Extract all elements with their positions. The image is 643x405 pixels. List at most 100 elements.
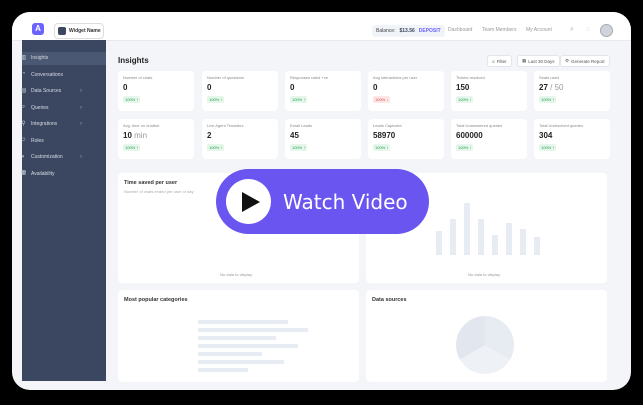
sidebar-item-customization[interactable]: ◐ Customization › — [20, 151, 82, 163]
chevron-right-icon: › — [80, 88, 82, 94]
bar — [464, 203, 470, 255]
category-bar — [198, 344, 298, 348]
metric-label: Responses rated +ve — [290, 75, 328, 80]
bar — [534, 237, 540, 255]
metric-label: Email Leads — [290, 123, 313, 128]
trend-badge: 100% ↑ — [290, 144, 308, 151]
metric-number: 0 — [207, 83, 212, 92]
time-saved-subtitle: Number of chats ended per user or day — [124, 189, 194, 194]
play-icon — [226, 179, 271, 224]
metric-number: 0 — [123, 83, 128, 92]
trend-badge: 100% ↑ — [373, 144, 391, 151]
chevron-right-icon: › — [80, 154, 82, 160]
chart-icon: ▥ — [20, 54, 27, 61]
sidebar-item-label: Availability — [31, 170, 55, 177]
bell-icon[interactable]: ◌ — [584, 26, 592, 34]
metric-number: 600000 — [456, 131, 483, 140]
metric-label: Live Agent Transfers — [207, 123, 244, 128]
nav-dashboard[interactable]: Dashboard — [448, 27, 472, 33]
avatar[interactable] — [600, 24, 613, 37]
time-saved-title: Time saved per user — [124, 180, 178, 186]
balance-label: Balance: — [376, 28, 396, 34]
sidebar-item-queries[interactable]: ⌕ Queries › — [20, 102, 82, 114]
filter-label: Filter — [496, 58, 507, 64]
metric-value: 304 — [539, 131, 552, 140]
sidebar-item-conversations[interactable]: ◔ Conversations — [20, 69, 63, 81]
watch-video-button[interactable]: Watch Video — [216, 169, 429, 234]
sidebar-item-roles[interactable]: ☺ Roles — [20, 135, 43, 147]
bar — [492, 235, 498, 255]
sidebar-item-label: Insights — [31, 55, 49, 61]
trend-badge: 100% ↑ — [290, 96, 308, 103]
metric-number: 0 — [373, 83, 378, 92]
category-bar — [198, 368, 248, 372]
page-title: Insights — [118, 56, 149, 65]
filter-icon: ≡ — [492, 58, 495, 64]
metric-card: Seats used 27 / 50 100% ↑ — [534, 71, 610, 111]
database-icon: ▤ — [20, 87, 27, 94]
metric-value: 150 — [456, 83, 469, 92]
metric-card: Responses rated +ve 0 100% ↑ — [285, 71, 361, 111]
users-icon: ☺ — [20, 137, 27, 143]
metric-value: 0 — [207, 83, 211, 92]
metric-number: 45 — [290, 131, 299, 140]
widget-name: Widget Name — [69, 28, 101, 34]
app-logo[interactable]: A — [32, 23, 44, 35]
sidebar-item-insights[interactable]: ▥ Insights — [20, 52, 49, 64]
popular-categories-title: Most popular categories — [124, 297, 188, 303]
metric-label: Leads Captured — [373, 123, 402, 128]
metric-number: 150 — [456, 83, 470, 92]
watch-video-label: Watch Video — [283, 189, 408, 214]
sidebar-item-data-sources[interactable]: ▤ Data Sources › — [20, 85, 82, 97]
metric-card: Leads Captured 58970 100% ↑ — [368, 119, 444, 159]
metric-card: Number of chats 0 100% ↑ — [118, 71, 194, 111]
calendar-icon: ▦ — [20, 170, 27, 176]
calendar-icon: ▦ — [522, 58, 527, 63]
metric-label: Tickets resolved — [456, 75, 485, 80]
metric-label: Number of chats — [123, 75, 153, 80]
date-range-label: Last 30 Days — [528, 58, 555, 64]
search-icon[interactable]: ⌕ — [568, 26, 576, 34]
metric-value: 27 / 50 — [539, 83, 563, 92]
category-bar — [198, 328, 308, 332]
metric-label: Avg interactions per user — [373, 75, 418, 80]
topbar: A Widget Name Balance: $13.56 DEPOSIT Da… — [12, 12, 631, 41]
nav-team-members[interactable]: Team Members — [482, 27, 516, 33]
balance-pill: Balance: $13.56 DEPOSIT — [372, 25, 445, 37]
category-bar — [198, 352, 262, 356]
no-data-text: No data to display — [220, 272, 253, 277]
metric-value: 45 — [290, 131, 299, 140]
deposit-button[interactable]: DEPOSIT — [419, 28, 441, 34]
sidebar-item-label: Conversations — [31, 71, 63, 78]
widget-icon — [58, 27, 66, 35]
metric-value: 0 — [290, 83, 294, 92]
sidebar-item-label: Data Sources — [31, 88, 62, 94]
metric-number: 10 — [123, 131, 132, 140]
metric-unit: / 50 — [547, 83, 564, 92]
metric-number: 304 — [539, 131, 553, 140]
metric-number: 0 — [290, 83, 295, 92]
metric-card: Tickets resolved 150 100% ↑ — [451, 71, 527, 111]
report-icon: ⚙ — [565, 58, 570, 63]
category-bar — [198, 360, 284, 364]
metric-value: 2 — [207, 131, 211, 140]
category-bar — [198, 336, 276, 340]
metric-number: 58970 — [373, 131, 396, 140]
category-bar — [198, 320, 288, 324]
metric-value: 58970 — [373, 131, 395, 140]
sidebar-item-integrations[interactable]: ⚲ Integrations › — [20, 118, 82, 130]
trend-badge: 100% ↑ — [207, 96, 225, 103]
metric-card: Avg. time on chatbot 10 min 100% ↑ — [118, 119, 194, 159]
nav-my-account[interactable]: My Account — [526, 27, 552, 33]
no-data-text: No data to display — [468, 272, 501, 277]
widget-selector[interactable]: Widget Name — [54, 23, 104, 39]
date-range-button[interactable]: ▦ Last 30 Days — [517, 55, 560, 67]
filter-button[interactable]: ≡ Filter — [487, 55, 512, 67]
trend-badge: 100% ↑ — [123, 96, 141, 103]
metric-label: Total Unresolved queries — [539, 123, 584, 128]
generate-report-button[interactable]: ⚙ Generate Report — [560, 55, 610, 67]
chevron-right-icon: › — [80, 121, 82, 127]
trend-badge: 100% ↑ — [539, 96, 557, 103]
sidebar-item-availability[interactable]: ▦ Availability — [20, 168, 55, 180]
metric-value: 10 min — [123, 131, 147, 140]
